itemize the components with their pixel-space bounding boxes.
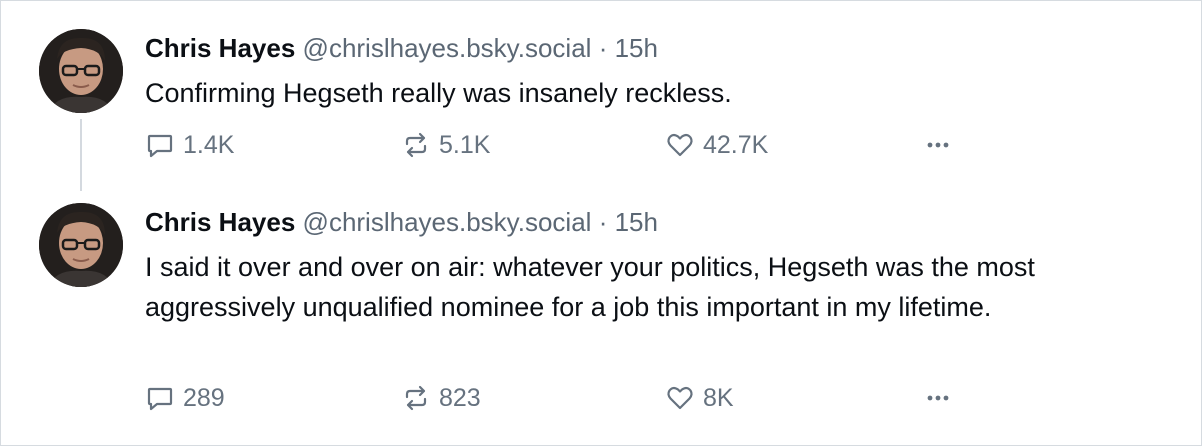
like-button[interactable]: 42.7K — [665, 128, 768, 162]
separator-dot: · — [598, 207, 608, 237]
heart-icon — [665, 130, 695, 160]
reply-count: 1.4K — [183, 130, 235, 159]
reply-button[interactable]: 1.4K — [145, 128, 234, 162]
post-header: Chris Hayes @chrislhayes.bsky.social · 1… — [145, 32, 658, 64]
post-text: Confirming Hegseth really was insanely r… — [145, 78, 732, 108]
ellipsis-icon — [923, 130, 953, 160]
repost-arrows-icon — [401, 130, 431, 160]
repost-arrows-icon — [401, 383, 431, 413]
like-count: 8K — [703, 383, 734, 412]
author-handle[interactable]: @chrislhayes.bsky.social — [303, 33, 592, 63]
more-options-button[interactable] — [923, 128, 953, 162]
reply-count: 289 — [183, 383, 225, 412]
like-button[interactable]: 8K — [665, 381, 734, 415]
avatar[interactable] — [39, 203, 123, 287]
speech-bubble-icon — [145, 130, 175, 160]
post-header: Chris Hayes @chrislhayes.bsky.social · 1… — [145, 206, 658, 238]
reply-button[interactable]: 289 — [145, 381, 225, 415]
heart-icon — [665, 383, 695, 413]
post-time[interactable]: 15h — [615, 33, 658, 63]
repost-count: 5.1K — [439, 130, 491, 159]
separator-dot: · — [598, 33, 608, 63]
post[interactable]: Chris Hayes @chrislhayes.bsky.social · 1… — [1, 191, 1201, 445]
author-handle[interactable]: @chrislhayes.bsky.social — [303, 207, 592, 237]
author-name[interactable]: Chris Hayes — [145, 33, 295, 63]
post-time[interactable]: 15h — [615, 207, 658, 237]
more-options-button[interactable] — [923, 381, 953, 415]
post[interactable]: Chris Hayes @chrislhayes.bsky.social · 1… — [1, 1, 1201, 191]
repost-button[interactable]: 823 — [401, 381, 481, 415]
like-count: 42.7K — [703, 130, 769, 159]
post-actions: 1.4K 5.1K 42.7K — [145, 128, 1145, 162]
ellipsis-icon — [923, 383, 953, 413]
post-text: I said it over and over on air: whatever… — [145, 252, 1035, 322]
repost-button[interactable]: 5.1K — [401, 128, 490, 162]
thread-container: Chris Hayes @chrislhayes.bsky.social · 1… — [0, 0, 1202, 446]
author-name[interactable]: Chris Hayes — [145, 207, 295, 237]
post-actions: 289 823 8K — [145, 381, 1145, 415]
repost-count: 823 — [439, 383, 481, 412]
avatar[interactable] — [39, 29, 123, 113]
speech-bubble-icon — [145, 383, 175, 413]
